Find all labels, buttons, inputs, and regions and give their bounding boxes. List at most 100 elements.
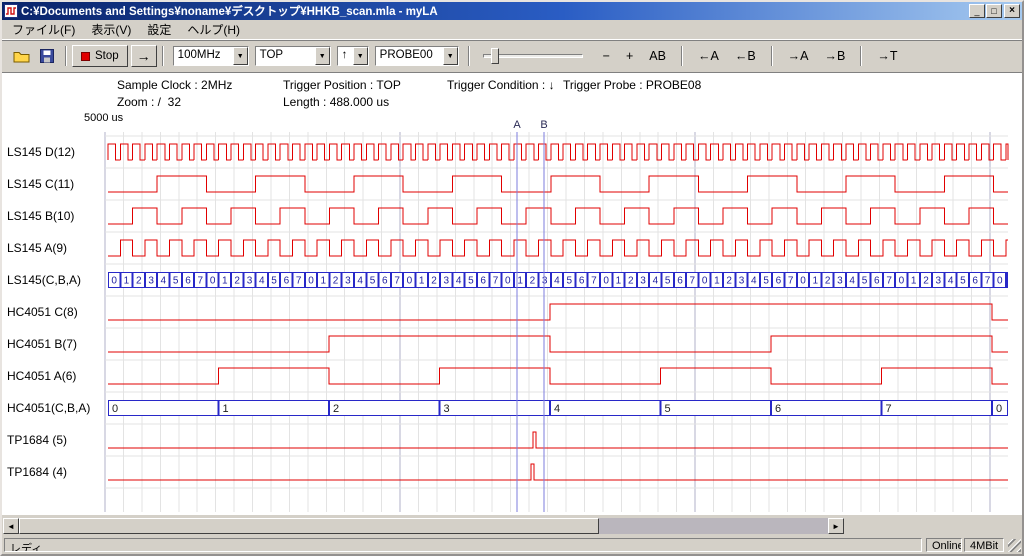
zoom-out-button[interactable]: − [597,47,616,65]
channel-label-column: LS145 D(12)LS145 C(11)LS145 B(10)LS145 A… [0,0,105,556]
svg-text:6: 6 [579,276,585,287]
svg-text:6: 6 [382,276,388,287]
svg-text:0: 0 [308,276,314,287]
svg-text:5: 5 [468,276,474,287]
dropdown-arrow-icon[interactable]: ▼ [315,47,330,65]
sample-clock-text: Sample Clock : 2MHz [117,78,232,92]
svg-text:0: 0 [702,276,708,287]
minimize-button[interactable]: _ [969,4,985,18]
svg-text:1: 1 [616,276,622,287]
menu-item-help[interactable]: ヘルプ(H) [179,19,248,40]
channel-label: HC4051 B(7) [7,336,77,352]
channel-trace-3 [108,240,1008,256]
svg-text:2: 2 [923,276,929,287]
dropdown-arrow-icon[interactable]: ▼ [353,47,368,65]
svg-text:4: 4 [849,276,855,287]
jump-trigger-button[interactable]: →T [871,47,903,65]
toolbar-buttons: −+AB ←A←B →A→B →T [597,46,904,66]
scrollbar-thumb[interactable] [19,518,599,534]
svg-text:4: 4 [653,276,659,287]
svg-text:0: 0 [996,403,1002,415]
trigger-probe-value: PROBE00 [376,47,443,65]
svg-text:7: 7 [985,276,991,287]
channel-label: LS145 B(10) [7,208,74,224]
status-online-badge: Online [926,538,962,552]
svg-text:2: 2 [726,276,732,287]
dropdown-arrow-icon[interactable]: ▼ [443,47,458,65]
channel-label: HC4051 C(8) [7,304,78,320]
slider-handle[interactable] [491,48,499,64]
svg-text:2: 2 [333,403,339,415]
channel-label: LS145 D(12) [7,144,75,160]
toolbar-separator [771,46,773,66]
scroll-right-button[interactable]: ► [828,518,844,534]
svg-text:1: 1 [517,276,523,287]
svg-text:4: 4 [259,276,265,287]
svg-text:7: 7 [493,276,499,287]
svg-text:4: 4 [948,276,954,287]
svg-text:4: 4 [357,276,363,287]
trigger-position-text: Trigger Position : TOP [283,78,401,92]
menu-item-settings[interactable]: 設定 [139,19,179,40]
svg-text:0: 0 [505,276,511,287]
jump-left-cursor-a-button[interactable]: ←A [692,47,725,65]
channel-label: LS145(C,B,A) [7,272,81,288]
status-bar: レディ Online 4MBit [2,536,1022,554]
channel-label: LS145 A(9) [7,240,67,256]
svg-text:7: 7 [198,276,204,287]
title-bar: C:¥Documents and Settings¥noname¥デスクトップ¥… [2,2,1022,20]
svg-text:0: 0 [210,276,216,287]
trigger-condition-text: Trigger Condition : ↓ [447,78,555,92]
jump-left-cursor-b-button[interactable]: ←B [729,47,762,65]
svg-text:4: 4 [456,276,462,287]
svg-text:3: 3 [444,276,450,287]
horizontal-scrollbar[interactable]: ◄ ► [3,518,844,534]
svg-text:6: 6 [284,276,290,287]
svg-text:3: 3 [148,276,154,287]
sample-clock-value: 100MHz [174,47,233,65]
zoom-slider[interactable] [483,46,583,66]
maximize-button[interactable]: □ [986,4,1002,18]
toolbar-separator [860,46,862,66]
svg-text:5: 5 [173,276,179,287]
svg-text:7: 7 [886,276,892,287]
jump-right-cursor-b-button[interactable]: →B [819,47,852,65]
channel-trace-8: 012345670 [109,401,1008,416]
svg-text:3: 3 [739,276,745,287]
trigger-probe-combobox[interactable]: PROBE00▼ [375,46,459,66]
svg-text:5: 5 [665,276,671,287]
trigger-position-combobox[interactable]: TOP▼ [255,46,331,66]
sample-clock-combobox[interactable]: 100MHz▼ [173,46,249,66]
resize-grip[interactable] [1008,539,1021,552]
svg-text:2: 2 [628,276,634,287]
toolbar-separator [468,46,470,66]
trigger-edge-combobox[interactable]: ↑▼ [337,46,369,66]
toolbar-separator [162,46,164,66]
channel-trace-2 [108,208,1008,224]
run-button[interactable]: → [131,45,157,67]
waveform-plot[interactable]: 0123456701234567012345670123456701234567… [0,118,1024,514]
svg-text:2: 2 [431,276,437,287]
trigger-position-value: TOP [256,47,315,65]
svg-text:6: 6 [775,403,781,415]
svg-text:5: 5 [567,276,573,287]
svg-text:4: 4 [554,403,560,415]
close-button[interactable]: × [1004,4,1020,18]
svg-text:2: 2 [825,276,831,287]
svg-text:3: 3 [936,276,942,287]
svg-text:5: 5 [862,276,868,287]
svg-text:2: 2 [530,276,536,287]
cursor-ab-button[interactable]: AB [643,47,672,65]
toolbar: Stop → 100MHz▼TOP▼↑▼PROBE00▼ −+AB←A←B→A→… [2,40,1022,71]
zoom-in-button[interactable]: + [620,47,639,65]
channel-trace-5 [108,304,1008,320]
svg-text:6: 6 [874,276,880,287]
svg-text:2: 2 [136,276,142,287]
svg-text:1: 1 [124,276,130,287]
svg-text:6: 6 [185,276,191,287]
jump-right-cursor-a-button[interactable]: →A [782,47,815,65]
svg-text:3: 3 [444,403,450,415]
svg-text:7: 7 [886,403,892,415]
channel-trace-1 [108,176,1008,192]
dropdown-arrow-icon[interactable]: ▼ [233,47,248,65]
